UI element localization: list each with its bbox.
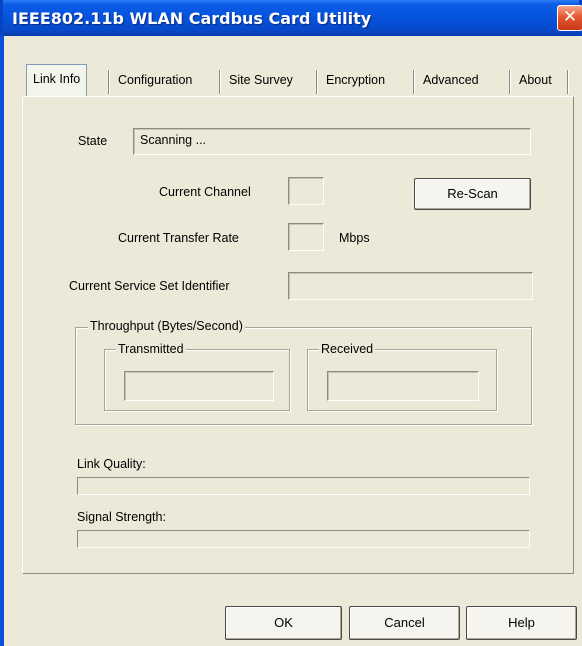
signal-strength-bar [77, 530, 530, 548]
close-button[interactable]: ✕ [557, 5, 582, 31]
signal-strength-label: Signal Strength: [77, 510, 166, 524]
cancel-button[interactable]: Cancel [349, 606, 460, 640]
current-channel-label: Current Channel [159, 185, 251, 199]
current-channel-field [288, 177, 324, 205]
tab-link-info[interactable]: Link Info [26, 64, 88, 96]
title-bar[interactable]: IEEE802.11b WLAN Cardbus Card Utility ✕ [0, 0, 582, 36]
ssid-field [288, 272, 533, 300]
transfer-rate-label: Current Transfer Rate [118, 231, 239, 245]
rescan-button[interactable]: Re-Scan [414, 178, 531, 210]
received-label: Received [319, 342, 376, 356]
link-quality-bar [77, 477, 530, 495]
tab-encryption[interactable]: Encryption [320, 66, 391, 96]
throughput-title: Throughput (Bytes/Second) [88, 319, 245, 333]
tab-site-survey[interactable]: Site Survey [223, 66, 299, 96]
tab-configuration[interactable]: Configuration [112, 66, 198, 96]
window-title: IEEE802.11b WLAN Cardbus Card Utility [12, 9, 372, 28]
help-button[interactable]: Help [466, 606, 577, 640]
transmitted-label: Transmitted [116, 342, 186, 356]
ok-button[interactable]: OK [225, 606, 342, 640]
received-field [327, 371, 479, 401]
tab-about[interactable]: About [513, 66, 558, 96]
transfer-rate-field [288, 223, 324, 251]
close-icon: ✕ [562, 7, 578, 27]
link-quality-label: Link Quality: [77, 457, 146, 471]
ssid-label: Current Service Set Identifier [69, 279, 230, 293]
mbps-unit-label: Mbps [339, 231, 370, 245]
state-label: State [78, 134, 108, 148]
tab-advanced[interactable]: Advanced [417, 66, 485, 96]
utility-window: IEEE802.11b WLAN Cardbus Card Utility ✕ … [0, 0, 582, 646]
window-frame-left [0, 36, 10, 646]
transmitted-field [124, 371, 274, 401]
state-field: Scanning ... [133, 128, 531, 155]
